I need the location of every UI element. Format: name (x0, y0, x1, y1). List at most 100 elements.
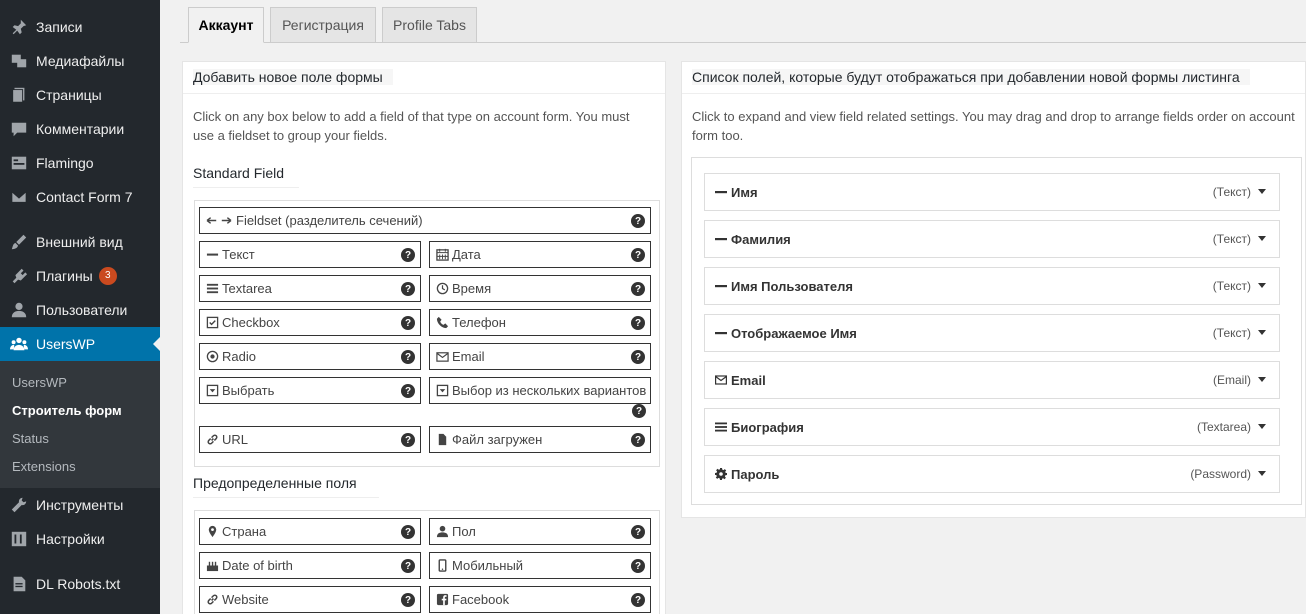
help-icon[interactable]: ? (631, 525, 645, 539)
checkbox-icon (205, 316, 219, 330)
field-phone[interactable]: Телефон ? (429, 309, 651, 336)
field-select[interactable]: Выбрать ? (199, 377, 421, 404)
list-item-biography[interactable]: Биография (Textarea) (704, 408, 1280, 446)
add-field-panel: Добавить новое поле формы Click on any b… (182, 61, 666, 614)
list-item-email[interactable]: Email (Email) (704, 361, 1280, 399)
sidebar-item-pages[interactable]: Страницы (0, 78, 160, 112)
help-icon[interactable]: ? (401, 350, 415, 364)
sidebar-item-users[interactable]: Пользователи (0, 293, 160, 327)
help-icon[interactable]: ? (401, 559, 415, 573)
link-icon (205, 593, 219, 607)
add-field-panel-title: Добавить новое поле формы (193, 69, 393, 85)
help-icon[interactable]: ? (401, 282, 415, 296)
phone-icon (435, 316, 449, 330)
pin-icon (0, 18, 36, 36)
sidebar-item-posts[interactable]: Записи (0, 10, 160, 44)
field-date-of-birth[interactable]: Date of birth ? (199, 552, 421, 579)
caret-down-icon[interactable] (1258, 471, 1266, 476)
list-item-username[interactable]: Имя Пользователя (Текст) (704, 267, 1280, 305)
radio-icon (205, 350, 219, 364)
add-field-description: Click on any box below to add a field of… (193, 109, 630, 143)
field-country[interactable]: Страна ? (199, 518, 421, 545)
caret-down-icon[interactable] (1258, 283, 1266, 288)
field-url[interactable]: URL ? (199, 426, 421, 453)
field-text[interactable]: Текст ? (199, 241, 421, 268)
settings-icon (0, 530, 36, 548)
minus-icon (205, 248, 219, 262)
help-icon[interactable]: ? (401, 433, 415, 447)
tab-registration[interactable]: Регистрация (270, 7, 376, 43)
field-textarea[interactable]: Textarea ? (199, 275, 421, 302)
list-item-display-name[interactable]: Отображаемое Имя (Текст) (704, 314, 1280, 352)
submenu-status[interactable]: Status (12, 431, 49, 446)
arrows-horizontal-icon (205, 214, 233, 228)
lines-icon (715, 421, 729, 433)
submenu-extensions[interactable]: Extensions (12, 459, 76, 474)
sidebar-item-contact-form-7[interactable]: Contact Form 7 (0, 180, 160, 214)
help-icon[interactable]: ? (631, 282, 645, 296)
submenu-userswp[interactable]: UsersWP (12, 375, 67, 390)
form-fields-list-panel: Список полей, которые будут отображаться… (681, 61, 1306, 518)
pages-icon (0, 86, 36, 104)
field-radio[interactable]: Radio ? (199, 343, 421, 370)
caret-down-icon[interactable] (1258, 424, 1266, 429)
field-checkbox[interactable]: Checkbox ? (199, 309, 421, 336)
help-icon[interactable]: ? (632, 404, 646, 418)
list-item-password[interactable]: Пароль (Password) (704, 455, 1280, 493)
help-icon[interactable]: ? (631, 248, 645, 262)
help-icon[interactable]: ? (401, 384, 415, 398)
sidebar-item-tools[interactable]: Инструменты (0, 488, 160, 522)
help-icon[interactable]: ? (401, 593, 415, 607)
caret-down-icon[interactable] (1258, 189, 1266, 194)
caret-down-icon[interactable] (1258, 236, 1266, 241)
tab-profile-tabs[interactable]: Profile Tabs (382, 7, 477, 43)
mobile-icon (435, 559, 449, 573)
plugin-icon (0, 267, 36, 285)
caret-down-icon[interactable] (1258, 377, 1266, 382)
field-gender[interactable]: Пол ? (429, 518, 651, 545)
help-icon[interactable]: ? (401, 316, 415, 330)
help-icon[interactable]: ? (631, 559, 645, 573)
sidebar-item-comments[interactable]: Комментарии (0, 112, 160, 146)
field-file-upload[interactable]: Файл загружен ? (429, 426, 651, 453)
minus-icon (715, 327, 729, 339)
user-icon (435, 525, 449, 539)
field-website[interactable]: Website ? (199, 586, 421, 613)
field-mobile[interactable]: Мобильный ? (429, 552, 651, 579)
sidebar-item-media[interactable]: Медиафайлы (0, 44, 160, 78)
help-icon[interactable]: ? (401, 525, 415, 539)
caret-down-icon[interactable] (1258, 330, 1266, 335)
help-icon[interactable]: ? (401, 248, 415, 262)
sidebar-item-settings[interactable]: Настройки (0, 522, 160, 556)
tab-account[interactable]: Аккаунт (188, 7, 264, 43)
predefined-fields-heading: Предопределенные поля (193, 475, 379, 498)
active-menu-arrow (153, 337, 160, 351)
standard-field-heading: Standard Field (193, 165, 299, 188)
submenu-form-builder[interactable]: Строитель форм (12, 403, 122, 418)
field-facebook[interactable]: Facebook ? (429, 586, 651, 613)
list-item-first-name[interactable]: Имя (Текст) (704, 173, 1280, 211)
link-icon (205, 433, 219, 447)
map-marker-icon (205, 525, 219, 539)
list-item-last-name[interactable]: Фамилия (Текст) (704, 220, 1280, 258)
sidebar-item-dl-robots[interactable]: DL Robots.txt (0, 567, 160, 601)
clock-icon (435, 282, 449, 296)
field-date[interactable]: Дата ? (429, 241, 651, 268)
sidebar-item-appearance[interactable]: Внешний вид (0, 225, 160, 259)
wrench-icon (0, 496, 36, 514)
field-multiselect[interactable]: Выбор из нескольких вариантов (429, 377, 651, 404)
field-fieldset[interactable]: Fieldset (разделитель сечений) ? (199, 207, 651, 234)
sidebar-item-flamingo[interactable]: Flamingo (0, 146, 160, 180)
sidebar-item-plugins[interactable]: Плагины 3 (0, 259, 160, 293)
minus-icon (715, 186, 729, 198)
help-icon[interactable]: ? (631, 593, 645, 607)
field-time[interactable]: Время ? (429, 275, 651, 302)
envelope-icon (435, 350, 449, 364)
sidebar-item-userswp[interactable]: UsersWP (0, 327, 160, 361)
help-icon[interactable]: ? (631, 433, 645, 447)
field-email[interactable]: Email ? (429, 343, 651, 370)
help-icon[interactable]: ? (631, 316, 645, 330)
help-icon[interactable]: ? (631, 350, 645, 364)
help-icon[interactable]: ? (631, 214, 645, 228)
gear-icon (715, 468, 729, 480)
